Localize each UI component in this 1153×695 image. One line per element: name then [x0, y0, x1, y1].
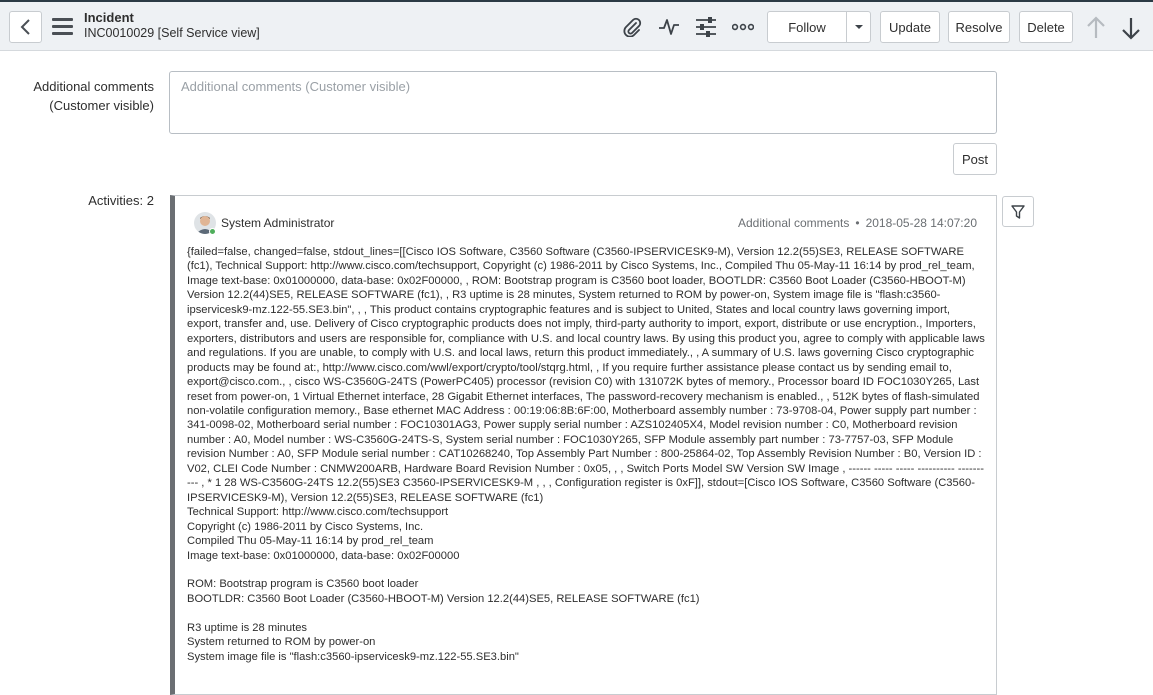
additional-comments-input[interactable]: Additional comments (Customer visible) — [169, 71, 997, 134]
filter-icon — [1011, 204, 1025, 219]
page-title: Incident — [84, 10, 134, 25]
update-button[interactable]: Update — [880, 11, 940, 43]
activity-filter-button[interactable] — [1002, 196, 1034, 227]
post-button[interactable]: Post — [953, 143, 997, 175]
comments-field-label: Additional comments (Customer visible) — [20, 77, 154, 115]
online-status-dot — [209, 228, 216, 235]
caret-down-icon — [854, 25, 863, 29]
sliders-icon[interactable] — [695, 16, 717, 38]
activity-type: Additional comments — [737, 216, 850, 230]
follow-dropdown-button[interactable] — [846, 11, 871, 43]
form-title-block: Incident INC0010029 [Self Service view] — [84, 10, 260, 41]
next-record-icon[interactable] — [1121, 16, 1141, 40]
activity-meta: Additional comments • 2018-05-28 14:07:20 — [738, 216, 977, 230]
form-header: Incident INC0010029 [Self Service view] … — [0, 2, 1153, 51]
activity-timestamp: 2018-05-28 14:07:20 — [865, 216, 977, 230]
hamburger-icon[interactable] — [52, 18, 73, 36]
chevron-left-icon — [20, 19, 30, 35]
comments-label-line2: (Customer visible) — [49, 98, 154, 113]
comments-label-line1: Additional comments — [33, 79, 154, 94]
meta-separator: • — [855, 216, 860, 230]
activities-label: Activities: 2 — [88, 193, 154, 208]
page-subtitle: INC0010029 [Self Service view] — [84, 26, 260, 40]
activity-author: System Administrator — [221, 216, 335, 230]
activity-icon[interactable] — [658, 16, 680, 38]
resolve-button[interactable]: Resolve — [948, 11, 1010, 43]
delete-button[interactable]: Delete — [1019, 11, 1073, 43]
more-icon[interactable] — [732, 16, 754, 38]
previous-record-icon[interactable] — [1086, 16, 1106, 40]
back-button[interactable] — [9, 11, 42, 43]
activity-body-text: {failed=false, changed=false, stdout_lin… — [187, 246, 985, 663]
paperclip-icon[interactable] — [621, 16, 643, 38]
activity-entry: System Administrator Additional comments… — [170, 195, 997, 695]
follow-button[interactable]: Follow — [767, 11, 847, 43]
